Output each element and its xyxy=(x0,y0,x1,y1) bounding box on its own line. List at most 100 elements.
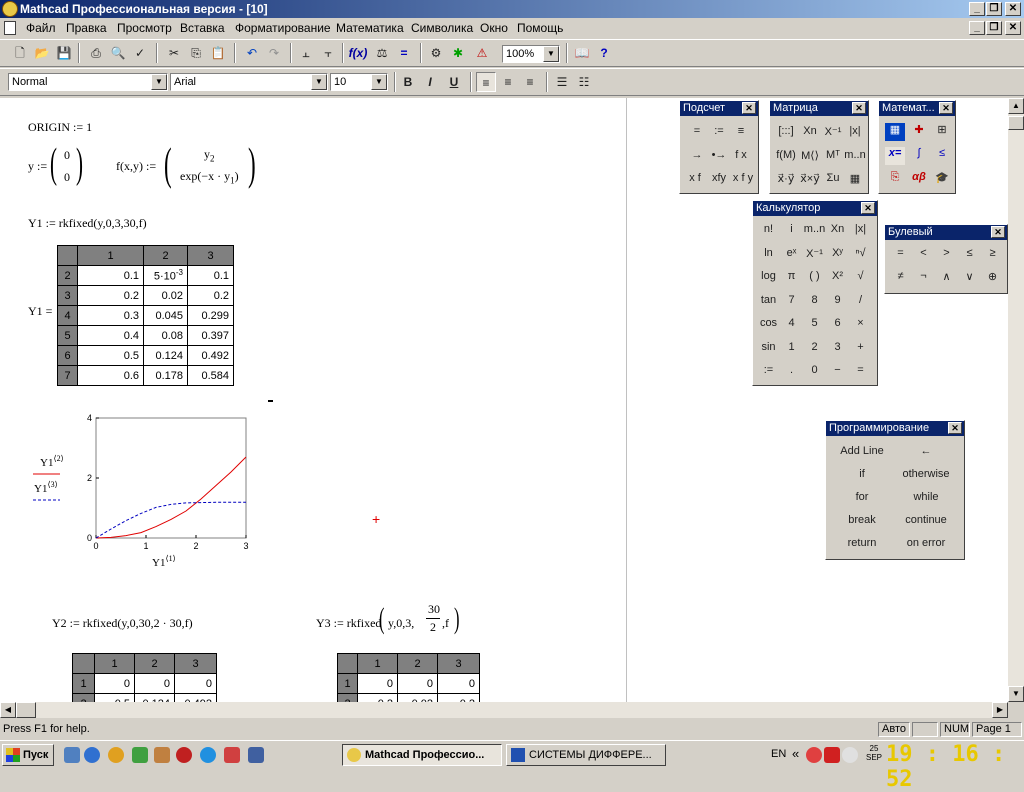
matrix-palette-icon[interactable]: ⊞ xyxy=(932,123,952,141)
close-button[interactable]: ✕ xyxy=(1005,2,1021,16)
scroll-thumb[interactable] xyxy=(1008,116,1024,130)
taskbar-item-word[interactable]: СИСТЕМЫ ДИФФЕРЕ... xyxy=(506,744,666,766)
boolean-operator-button[interactable]: ≤ xyxy=(958,247,981,259)
calculator-key-button[interactable]: + xyxy=(849,341,872,353)
align-across-icon[interactable]: ⫠ xyxy=(296,43,316,63)
start-button[interactable]: Пуск xyxy=(2,744,54,766)
calculator-key-button[interactable]: := xyxy=(757,364,780,376)
global-define-button[interactable]: ≡ xyxy=(730,125,752,137)
picture-icon[interactable]: ▦ xyxy=(844,172,866,185)
calculator-key-button[interactable]: sin xyxy=(757,341,780,353)
insert-component-icon[interactable]: ⚙ xyxy=(426,43,446,63)
undo-icon[interactable]: ↶ xyxy=(242,43,262,63)
inverse-icon[interactable]: X⁻¹ xyxy=(822,125,844,138)
antivirus-icon[interactable] xyxy=(824,747,840,763)
paste-icon[interactable]: 📋 xyxy=(208,43,228,63)
symbolic-palette-icon[interactable]: 🎓 xyxy=(932,171,952,189)
palette-title[interactable]: Программирование ✕ xyxy=(826,421,964,436)
cut-icon[interactable]: ✂ xyxy=(164,43,184,63)
font-size-select[interactable]: 10 ▼ xyxy=(330,73,388,91)
cross-product-icon[interactable]: x⃗×y⃗ xyxy=(798,172,822,185)
y3-result-table[interactable]: 1 2 3 1 0 0 0 2 0.2 0.02 0.2 xyxy=(337,653,480,702)
desktop-icon[interactable] xyxy=(64,747,80,763)
tray-icon[interactable] xyxy=(806,747,822,763)
calculator-key-button[interactable]: X⁻¹ xyxy=(803,247,826,260)
while-button[interactable]: while xyxy=(894,491,958,503)
boolean-operator-button[interactable]: ≥ xyxy=(981,247,1004,259)
column-icon[interactable]: M⟨⟩ xyxy=(798,149,822,162)
new-icon[interactable]: 🗋 xyxy=(10,43,30,63)
zoom-select[interactable]: 100% ▼ xyxy=(502,45,560,63)
close-icon[interactable]: ✕ xyxy=(852,102,866,114)
calculator-key-button[interactable]: 0 xyxy=(803,364,826,376)
tray-icon[interactable] xyxy=(842,747,858,763)
matrix-palette[interactable]: Матрица ✕ [:::] Xn X⁻¹ |x| f(M) M⟨⟩ Mᵀ m.… xyxy=(769,100,869,194)
math-palette[interactable]: Математ... ✕ ▦ ✚ ⊞ x= ∫ ≤ ⎘ αβ 🎓 xyxy=(878,100,956,194)
palette-title[interactable]: Математ... ✕ xyxy=(879,101,955,116)
save-icon[interactable]: 💾 xyxy=(54,43,74,63)
menu-math[interactable]: Математика xyxy=(336,21,404,35)
dot-product-icon[interactable]: x⃗·y⃗ xyxy=(774,172,798,185)
calculator-key-button[interactable]: n! xyxy=(757,223,780,235)
scroll-thumb[interactable] xyxy=(16,702,36,718)
redo-icon[interactable]: ↷ xyxy=(264,43,284,63)
programming-palette-icon[interactable]: ⎘ xyxy=(885,171,905,189)
close-icon[interactable]: ✕ xyxy=(991,226,1005,238)
calculator-key-button[interactable]: 1 xyxy=(780,341,803,353)
close-icon[interactable]: ✕ xyxy=(939,102,953,114)
calculus-palette-icon[interactable]: ∫ xyxy=(909,147,929,165)
for-button[interactable]: for xyxy=(830,491,894,503)
calculator-palette-icon[interactable]: ▦ xyxy=(885,123,905,141)
calculator-key-button[interactable]: π xyxy=(780,270,803,282)
symbolic-equals-button[interactable]: → xyxy=(686,149,708,161)
define-button[interactable]: := xyxy=(708,125,730,137)
local-assign-button[interactable]: ← xyxy=(894,445,958,457)
palette-title[interactable]: Подсчет ✕ xyxy=(680,101,758,116)
boolean-palette[interactable]: Булевый ✕ = < > ≤ ≥ ≠ ¬ ∧ ∨ ⊕ xyxy=(884,224,1008,294)
y2-definition[interactable]: Y2 := rkfixed(y,0,30,2 · 30,f) xyxy=(52,616,193,631)
menu-file[interactable]: Файл xyxy=(26,21,56,35)
calculator-key-button[interactable]: cos xyxy=(757,317,780,329)
menu-symbolics[interactable]: Символика xyxy=(411,21,473,35)
break-button[interactable]: break xyxy=(830,514,894,526)
insert-function-icon[interactable]: f(x) xyxy=(348,43,368,63)
calculator-key-button[interactable]: i xyxy=(780,223,803,235)
vectorize-icon[interactable]: f(M) xyxy=(774,149,798,161)
calculator-key-button[interactable]: m..n xyxy=(803,223,826,235)
chevron-down-icon[interactable]: ▼ xyxy=(543,46,559,62)
palette-title[interactable]: Булевый ✕ xyxy=(885,225,1007,240)
calculate-icon[interactable]: = xyxy=(394,43,414,63)
palette-title[interactable]: Матрица ✕ xyxy=(770,101,868,116)
calculator-key-button[interactable]: 2 xyxy=(803,341,826,353)
boolean-operator-button[interactable]: ∧ xyxy=(935,270,958,283)
vertical-scrollbar[interactable]: ▲ ▼ xyxy=(1008,98,1024,702)
boolean-operator-button[interactable]: ∨ xyxy=(958,270,981,283)
font-select[interactable]: Arial ▼ xyxy=(170,73,328,91)
insert-graph-icon[interactable]: ⚠ xyxy=(472,43,492,63)
quick-launch-icon[interactable] xyxy=(248,747,264,763)
internet-explorer-icon[interactable] xyxy=(84,747,100,763)
menu-edit[interactable]: Правка xyxy=(66,21,107,35)
print-icon[interactable]: ⎙ xyxy=(86,43,106,63)
underline-icon[interactable]: U xyxy=(444,72,464,92)
spell-check-icon[interactable]: ✓ xyxy=(130,43,150,63)
boolean-operator-button[interactable]: ⊕ xyxy=(981,270,1004,283)
palette-title[interactable]: Калькулятор ✕ xyxy=(753,201,877,216)
calculator-key-button[interactable]: 7 xyxy=(780,294,803,306)
y3-definition[interactable]: Y3 := rkfixed ( y,0,3, 30 2 ,f ) xyxy=(316,602,466,642)
horizontal-scrollbar[interactable]: ◀ ▶ xyxy=(0,702,1008,718)
calculator-palette[interactable]: Калькулятор ✕ n! i m..n Xn |x| ln eˣ X⁻¹ Xʸ ⁿ√ log π… xyxy=(752,200,878,386)
component-wizard-icon[interactable]: ✱ xyxy=(448,43,468,63)
postfix-operator-button[interactable]: x f xyxy=(684,172,706,184)
y1-definition[interactable]: Y1 := rkfixed(y,0,3,30,f) xyxy=(28,216,147,231)
style-select[interactable]: Normal ▼ xyxy=(8,73,168,91)
boolean-operator-button[interactable]: ≠ xyxy=(889,270,912,282)
media-player-icon[interactable] xyxy=(108,747,124,763)
calculator-key-button[interactable]: = xyxy=(849,364,872,376)
resource-center-icon[interactable]: 📖 xyxy=(572,43,592,63)
close-icon[interactable]: ✕ xyxy=(948,422,962,434)
boolean-palette-icon[interactable]: ≤ xyxy=(932,147,952,165)
equals-button[interactable]: = xyxy=(686,125,708,137)
calculator-key-button[interactable]: tan xyxy=(757,294,780,306)
calculator-key-button[interactable]: eˣ xyxy=(780,247,803,259)
